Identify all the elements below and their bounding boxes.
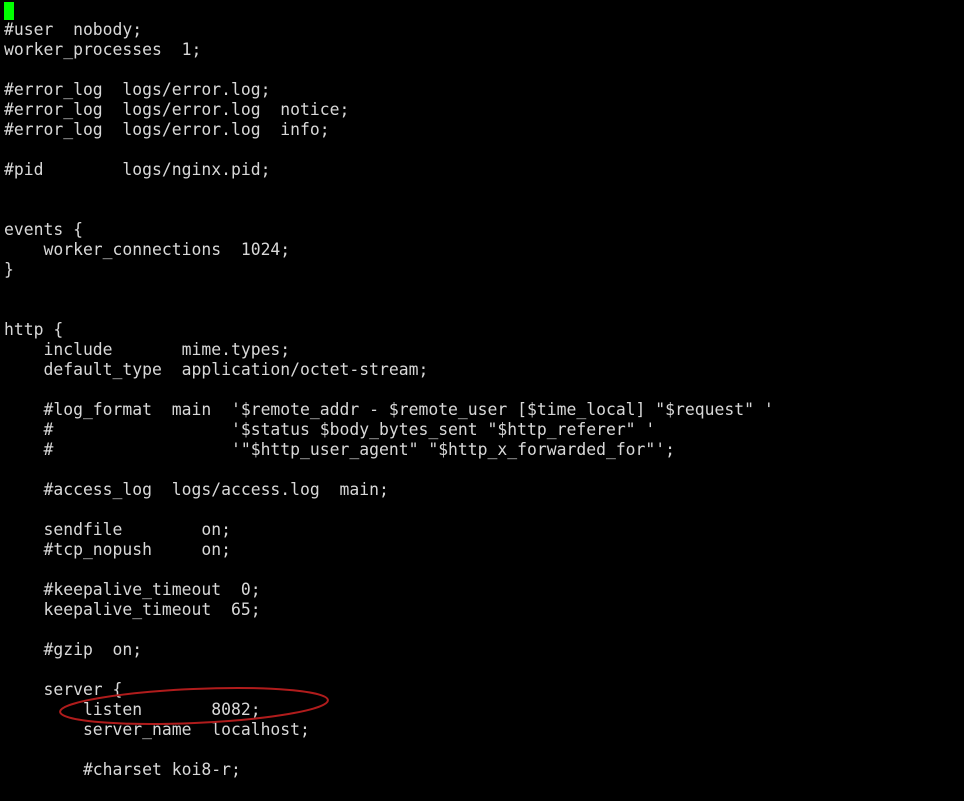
file-content: #user nobody; worker_processes 1; #error_l… bbox=[4, 20, 960, 780]
code-line: # '"$http_user_agent" "$http_x_forwarded… bbox=[4, 440, 676, 459]
code-line: worker_connections 1024; bbox=[4, 240, 291, 259]
code-line: http { bbox=[4, 320, 64, 339]
code-line: sendfile on; bbox=[4, 520, 231, 539]
code-line: #user nobody; bbox=[4, 20, 143, 39]
code-line: #tcp_nopush on; bbox=[4, 540, 231, 559]
code-line: server { bbox=[4, 680, 123, 699]
code-line: include mime.types; bbox=[4, 340, 291, 359]
code-line: } bbox=[4, 260, 14, 279]
code-line: keepalive_timeout 65; bbox=[4, 600, 261, 619]
code-line: #gzip on; bbox=[4, 640, 143, 659]
code-line: #error_log logs/error.log; bbox=[4, 80, 271, 99]
code-line: worker_processes 1; bbox=[4, 40, 202, 59]
code-line: #pid logs/nginx.pid; bbox=[4, 160, 271, 179]
code-line: #access_log logs/access.log main; bbox=[4, 480, 389, 499]
code-line: #log_format main '$remote_addr - $remote… bbox=[4, 400, 774, 419]
terminal-window[interactable]: #user nobody; worker_processes 1; #error_l… bbox=[0, 0, 964, 801]
code-line: events { bbox=[4, 220, 83, 239]
code-line: #charset koi8-r; bbox=[4, 760, 241, 779]
code-line: default_type application/octet-stream; bbox=[4, 360, 429, 379]
code-line: #error_log logs/error.log notice; bbox=[4, 100, 350, 119]
code-line: server_name localhost; bbox=[4, 720, 310, 739]
code-line: #error_log logs/error.log info; bbox=[4, 120, 330, 139]
code-line: # '$status $body_bytes_sent "$http_refer… bbox=[4, 420, 656, 439]
code-line: #keepalive_timeout 0; bbox=[4, 580, 261, 599]
terminal-cursor bbox=[4, 2, 14, 20]
code-line: listen 8082; bbox=[4, 700, 261, 719]
